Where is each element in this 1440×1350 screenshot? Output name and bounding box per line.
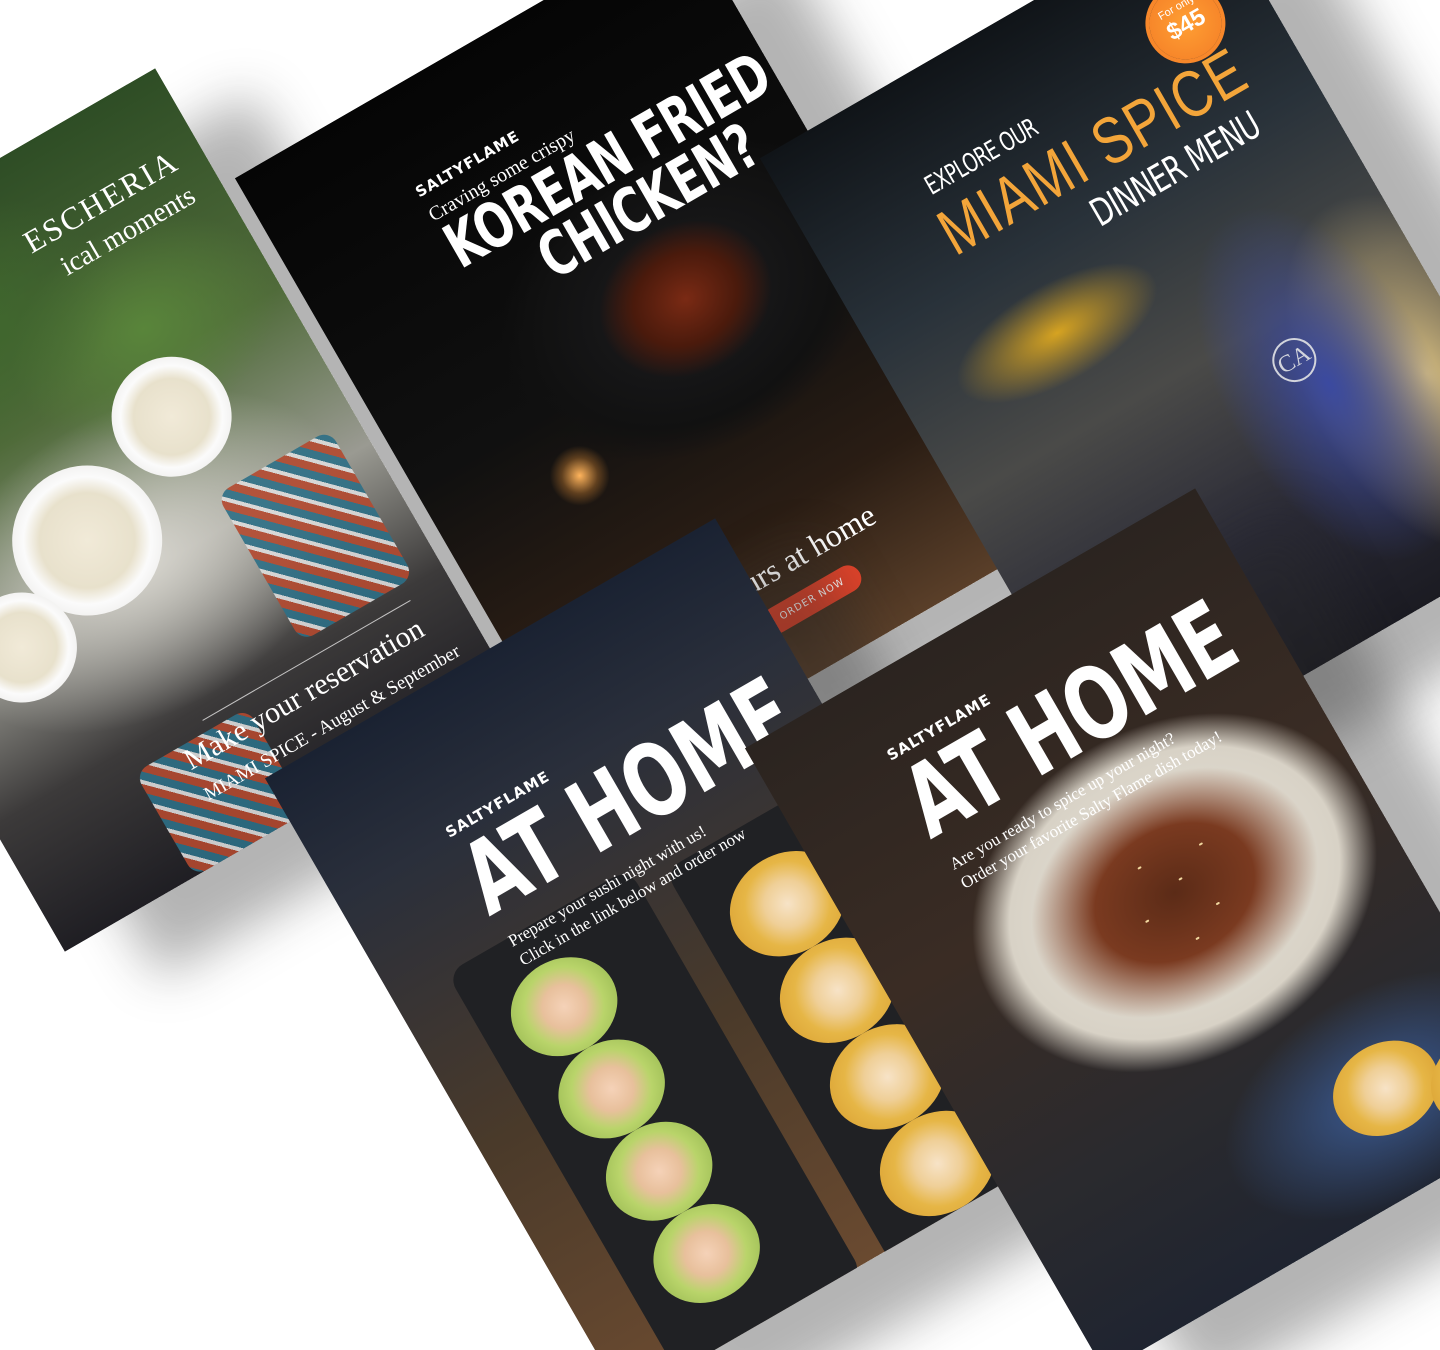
sesame-seed (1198, 842, 1204, 846)
woven-chair (216, 429, 415, 642)
sesame-seed (1215, 901, 1221, 906)
sesame-seed (1195, 936, 1200, 941)
sushi-roll (1315, 1021, 1440, 1155)
sesame-seed (1178, 877, 1183, 881)
napkin-logo: CA (1264, 329, 1325, 391)
sesame-seed (1145, 919, 1150, 924)
mockup-stage: ESCHERIA ical moments Make your reservat… (0, 0, 1440, 1350)
sesame-seed (1137, 866, 1142, 870)
